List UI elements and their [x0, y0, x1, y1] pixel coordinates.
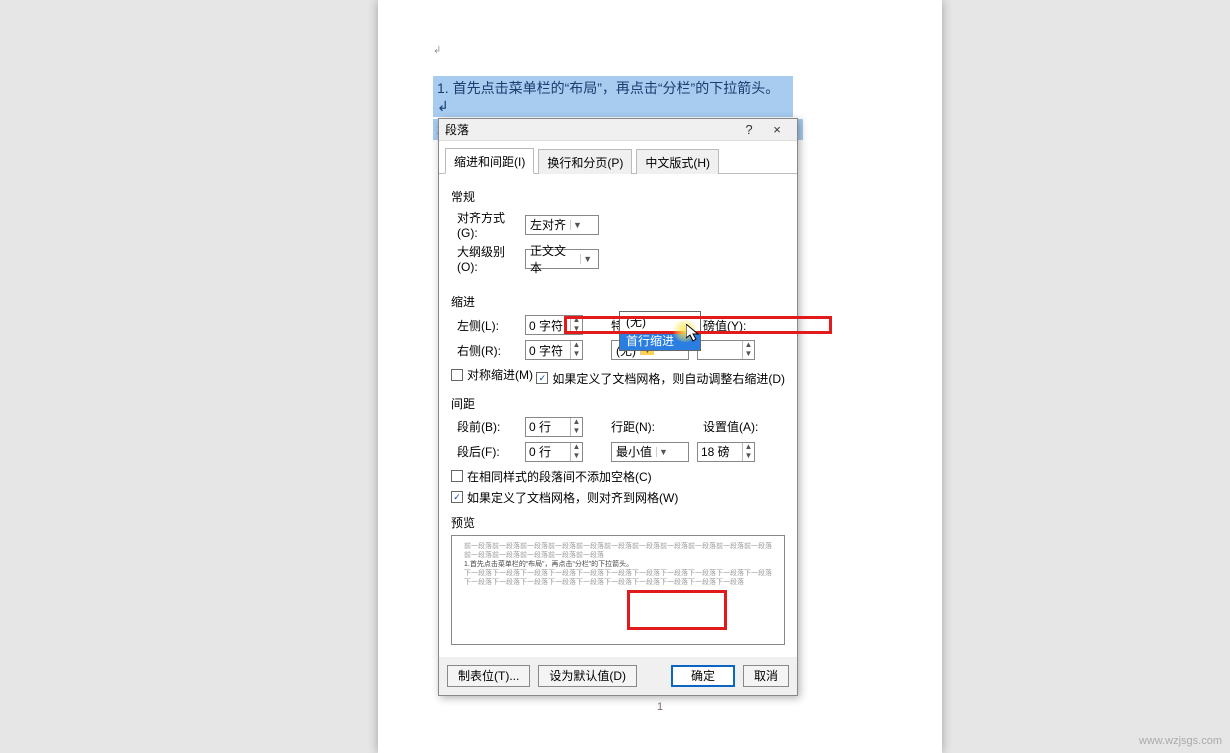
space-after-spinner[interactable]: 0 行 ▲▼	[525, 442, 583, 462]
indent-right-spinner[interactable]: 0 字符 ▲▼	[525, 340, 583, 360]
line-spacing-label: 行距(N):	[611, 418, 685, 435]
tab-asian-typography[interactable]: 中文版式(H)	[636, 149, 719, 174]
space-after-label: 段后(F):	[451, 443, 519, 460]
section-preview: 预览	[451, 514, 785, 531]
tab-line-page-breaks[interactable]: 换行和分页(P)	[538, 149, 632, 174]
indent-by-label: 磅值(Y):	[703, 317, 746, 334]
spinner-icon[interactable]: ▲▼	[742, 443, 754, 461]
page-number: 1	[657, 701, 663, 713]
checkbox-checked-icon: ✓	[536, 372, 548, 384]
section-spacing: 间距	[451, 395, 785, 412]
dialog-title: 段落	[445, 121, 735, 138]
spinner-icon[interactable]: ▲▼	[570, 316, 582, 334]
dialog-tabs: 缩进和间距(I) 换行和分页(P) 中文版式(H)	[439, 141, 797, 174]
spacing-at-spinner[interactable]: 18 磅 ▲▼	[697, 442, 755, 462]
spinner-icon[interactable]: ▲▼	[570, 341, 582, 359]
checkbox-icon	[451, 369, 463, 381]
watermark-text: www.wzjsgs.com	[1139, 735, 1222, 747]
indent-left-label: 左侧(L):	[451, 317, 519, 334]
indent-by-spinner[interactable]: ▲▼	[697, 340, 755, 360]
indent-right-label: 右侧(R):	[451, 342, 519, 359]
spinner-icon[interactable]: ▲▼	[570, 418, 582, 436]
checkbox-checked-icon: ✓	[451, 491, 463, 503]
outline-label: 大纲级别(O):	[451, 243, 519, 274]
dropdown-option-first-line[interactable]: 首行缩进	[620, 331, 700, 350]
chevron-down-icon: ▼	[570, 220, 584, 230]
outline-select[interactable]: 正文文本 ▼	[525, 249, 599, 269]
no-space-same-style-checkbox[interactable]: 在相同样式的段落间不添加空格(C)	[451, 468, 652, 485]
space-before-label: 段前(B):	[451, 418, 519, 435]
tabs-button[interactable]: 制表位(T)...	[447, 665, 530, 687]
chevron-down-icon: ▼	[580, 254, 594, 264]
dialog-body: 常规 对齐方式(G): 左对齐 ▼ 大纲级别(O): 正文文本 ▼ 缩进 左侧(…	[439, 174, 797, 657]
spinner-icon[interactable]: ▲▼	[570, 443, 582, 461]
indent-left-spinner[interactable]: 0 字符 ▲▼	[525, 315, 583, 335]
ok-button[interactable]: 确定	[671, 665, 735, 687]
close-icon[interactable]: ×	[763, 120, 791, 140]
help-icon[interactable]: ?	[735, 120, 763, 140]
cancel-button[interactable]: 取消	[743, 665, 789, 687]
alignment-label: 对齐方式(G):	[451, 209, 519, 240]
space-before-spinner[interactable]: 0 行 ▲▼	[525, 417, 583, 437]
special-format-dropdown-open[interactable]: (无) 首行缩进	[619, 311, 701, 351]
set-default-button[interactable]: 设为默认值(D)	[538, 665, 637, 687]
chevron-down-icon: ▼	[656, 447, 670, 457]
spinner-icon[interactable]: ▲▼	[742, 341, 754, 359]
section-indent: 缩进	[451, 293, 785, 310]
dialog-title-bar[interactable]: 段落 ? ×	[439, 119, 797, 141]
section-general: 常规	[451, 188, 785, 205]
checkbox-icon	[451, 470, 463, 482]
paragraph-dialog: 段落 ? × 缩进和间距(I) 换行和分页(P) 中文版式(H) 常规 对齐方式…	[438, 118, 798, 696]
mirror-indent-checkbox[interactable]: 对称缩进(M)	[451, 366, 533, 383]
snap-to-grid-checkbox[interactable]: ✓ 如果定义了文档网格，则对齐到网格(W)	[451, 489, 678, 506]
tab-indent-spacing[interactable]: 缩进和间距(I)	[445, 148, 534, 174]
spacing-at-label: 设置值(A):	[703, 418, 758, 435]
alignment-select[interactable]: 左对齐 ▼	[525, 215, 599, 235]
dropdown-option-none[interactable]: (无)	[620, 312, 700, 331]
preview-box: 前一段落前一段落前一段落前一段落前一段落前一段落前一段落前一段落前一段落前一段落…	[451, 535, 785, 645]
dialog-button-bar: 制表位(T)... 设为默认值(D) 确定 取消	[439, 657, 797, 695]
line-spacing-select[interactable]: 最小值 ▼	[611, 442, 689, 462]
doc-text-line1: 1. 首先点击菜单栏的“布局”，再点击“分栏”的下拉箭头。↲	[433, 76, 793, 117]
auto-adjust-right-checkbox[interactable]: ✓ 如果定义了文档网格，则自动调整右缩进(D)	[536, 370, 785, 387]
